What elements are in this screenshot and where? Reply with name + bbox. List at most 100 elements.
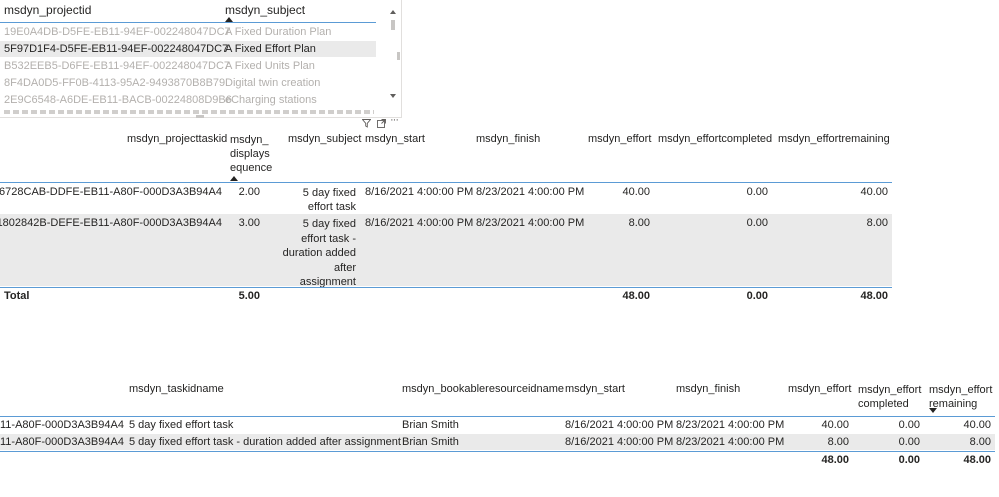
- total-effortremaining: 48.00: [860, 290, 888, 302]
- finish-cell: 8/23/2021 4:00:00 PM: [476, 186, 585, 198]
- finish-cell: 8/23/2021 4:00:00 PM: [476, 217, 585, 229]
- partial-row-cutoff: [4, 110, 374, 114]
- table-row[interactable]: 1802842B-DEFE-EB11-A80F-000D3A3B94A4 3.0…: [0, 214, 892, 288]
- table-row[interactable]: 26728CAB-DDFE-EB11-A80F-000D3A3B94A4 2.0…: [0, 183, 892, 213]
- column-header-start[interactable]: msdyn_start: [565, 383, 625, 395]
- resize-handle-icon[interactable]: [196, 115, 204, 118]
- effortremaining-cell: 8.00: [969, 436, 991, 448]
- effort-cell: 40.00: [622, 186, 650, 198]
- effortcompleted-cell: 0.00: [746, 186, 768, 198]
- table-row-selected[interactable]: 5F97D1F4-D5FE-EB11-94EF-002248047DC7 A F…: [0, 41, 376, 57]
- column-header-effortcompleted[interactable]: msdyn_effortcompleted: [658, 133, 772, 145]
- effortremaining-cell: 40.00: [860, 186, 888, 198]
- table-row[interactable]: 2E9C6548-A6DE-EB11-BACB-00224808D9B6 eCh…: [0, 92, 376, 108]
- effortcompleted-cell: 0.00: [898, 419, 920, 431]
- projecttaskid-cell: 1802842B-DEFE-EB11-A80F-000D3A3B94A4: [0, 217, 222, 229]
- subject-cell: A Fixed Effort Plan: [225, 43, 316, 55]
- total-displaysequence: 5.00: [238, 290, 260, 302]
- header-line: msdyn_effort: [929, 384, 993, 396]
- column-header-displaysequence[interactable]: msdyn_ displays equence: [230, 133, 272, 175]
- column-header-finish[interactable]: msdyn_finish: [476, 133, 540, 145]
- column-header-start[interactable]: msdyn_start: [365, 133, 425, 145]
- subject-cell: 5 day fixed effort task - duration added…: [283, 217, 356, 290]
- taskid-cell: 11-A80F-000D3A3B94A4: [0, 419, 124, 431]
- subject-cell: A Fixed Units Plan: [225, 60, 315, 72]
- total-effortcompleted: 0.00: [898, 454, 920, 466]
- subject-cell: A Fixed Duration Plan: [225, 26, 332, 38]
- projectid-cell: 19E0A4DB-D5FE-EB11-94EF-002248047DC7: [4, 26, 231, 38]
- projectid-cell: 8F4DA0D5-FF0B-4113-95A2-9493870B8B79: [4, 77, 226, 89]
- start-cell: 8/16/2021 4:00:00 PM: [365, 217, 474, 229]
- effortcompleted-cell: 0.00: [898, 436, 920, 448]
- focus-mode-icon[interactable]: [377, 119, 386, 128]
- total-effortremaining: 48.00: [963, 454, 991, 466]
- column-header-effort[interactable]: msdyn_effort: [588, 133, 651, 145]
- header-line: displays: [230, 148, 270, 160]
- cell-line: after: [333, 261, 356, 274]
- subject-cell: Digital twin creation: [225, 77, 321, 89]
- scroll-down-icon[interactable]: [390, 94, 396, 98]
- bookableresource-cell: Brian Smith: [402, 419, 459, 431]
- cell-line: 5 day fixed: [302, 218, 356, 230]
- taskid-cell: 11-A80F-000D3A3B94A4: [0, 436, 124, 448]
- table-row[interactable]: 11-A80F-000D3A3B94A4 5 day fixed effort …: [0, 434, 995, 450]
- finish-cell: 8/23/2021 4:00:00 PM: [676, 436, 785, 448]
- header-line: remaining: [929, 398, 978, 410]
- header-line: completed: [858, 398, 909, 410]
- subject-cell: 5 day fixed effort task: [303, 186, 356, 214]
- sort-descending-icon[interactable]: [929, 408, 937, 413]
- total-effortcompleted: 0.00: [746, 290, 768, 302]
- total-label: Total: [4, 290, 30, 302]
- filter-icon[interactable]: [362, 119, 371, 128]
- column-header-subject[interactable]: msdyn_subject: [288, 133, 361, 145]
- table-row[interactable]: 8F4DA0D5-FF0B-4113-95A2-9493870B8B79 Dig…: [0, 75, 376, 91]
- header-line: msdyn_: [230, 134, 269, 146]
- effortremaining-cell: 40.00: [963, 419, 991, 431]
- projectid-cell: B532EEB5-D6FE-EB11-94EF-002248047DC7: [4, 60, 231, 72]
- bookableresource-cell: Brian Smith: [402, 436, 459, 448]
- scroll-up-icon[interactable]: [390, 10, 396, 14]
- table-row[interactable]: 11-A80F-000D3A3B94A4 5 day fixed effort …: [0, 417, 995, 433]
- column-header-effortremaining[interactable]: msdyn_effortremaining: [778, 133, 890, 145]
- start-cell: 8/16/2021 4:00:00 PM: [365, 186, 474, 198]
- effort-cell: 8.00: [628, 217, 650, 229]
- start-cell: 8/16/2021 4:00:00 PM: [565, 436, 674, 448]
- effort-cell: 8.00: [827, 436, 849, 448]
- scrollbar-thumb[interactable]: [391, 20, 395, 30]
- table-row[interactable]: 19E0A4DB-D5FE-EB11-94EF-002248047DC7 A F…: [0, 24, 376, 40]
- column-header-effortcompleted[interactable]: msdyn_effort completed: [858, 383, 921, 411]
- displaysequence-cell: 3.00: [238, 217, 260, 229]
- taskidname-cell: 5 day fixed effort task - duration added…: [129, 436, 401, 448]
- table-row[interactable]: B532EEB5-D6FE-EB11-94EF-002248047DC7 A F…: [0, 58, 376, 74]
- column-header-effort[interactable]: msdyn_effort: [788, 383, 851, 395]
- project-task-table: msdyn_projecttaskid msdyn_ displays eque…: [0, 128, 892, 308]
- effortcompleted-cell: 0.00: [746, 217, 768, 229]
- cell-line: effort task -: [301, 232, 356, 245]
- total-effort: 48.00: [821, 454, 849, 466]
- displaysequence-cell: 2.00: [238, 186, 260, 198]
- column-header-projectid[interactable]: msdyn_projectid: [4, 3, 91, 17]
- project-table: msdyn_projectid msdyn_subject 19E0A4DB-D…: [0, 0, 402, 118]
- total-row: Total 5.00 48.00 0.00 48.00: [0, 288, 892, 306]
- total-effort: 48.00: [622, 290, 650, 302]
- cell-line: effort task: [307, 201, 356, 213]
- cell-line: 5 day fixed: [302, 187, 356, 199]
- column-header-effortremaining[interactable]: msdyn_effort remaining: [929, 383, 992, 411]
- taskidname-cell: 5 day fixed effort task: [129, 419, 234, 431]
- sort-ascending-icon[interactable]: [230, 176, 238, 181]
- projectid-cell: 5F97D1F4-D5FE-EB11-94EF-002248047DC7: [4, 43, 229, 55]
- finish-cell: 8/23/2021 4:00:00 PM: [676, 419, 785, 431]
- resize-handle-icon[interactable]: [397, 52, 400, 60]
- column-header-finish[interactable]: msdyn_finish: [676, 383, 740, 395]
- column-header-subject[interactable]: msdyn_subject: [225, 3, 305, 17]
- projecttaskid-cell: 26728CAB-DDFE-EB11-A80F-000D3A3B94A4: [0, 186, 222, 198]
- more-options-icon[interactable]: ···: [390, 114, 399, 126]
- column-header-taskidname[interactable]: msdyn_taskidname: [129, 383, 224, 395]
- subject-cell: eCharging stations: [225, 94, 317, 106]
- column-header-projecttaskid[interactable]: msdyn_projecttaskid: [127, 133, 227, 145]
- visual-border-right: [401, 0, 402, 118]
- cell-line: duration added: [282, 247, 356, 259]
- effort-cell: 40.00: [821, 419, 849, 431]
- column-header-bookableresourceidname[interactable]: msdyn_bookableresourceidname: [402, 383, 564, 395]
- start-cell: 8/16/2021 4:00:00 PM: [565, 419, 674, 431]
